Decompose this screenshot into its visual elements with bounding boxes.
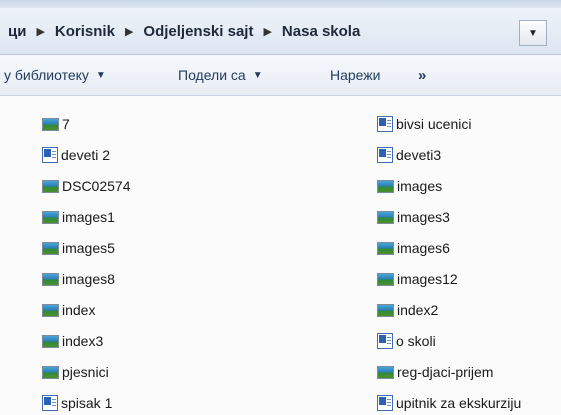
file-list: 7 deveti 2 DSC02574 images1 images5 imag… [0,100,561,415]
file-name: bivsi ucenici [396,116,472,132]
file-name: deveti 2 [61,147,111,163]
file-item[interactable]: images8 [42,269,115,289]
image-file-icon [42,241,59,255]
word-document-icon [42,395,58,411]
title-strip [0,0,561,8]
file-item[interactable]: deveti 2 [42,145,110,165]
file-item[interactable]: upitnik za ekskurziju [377,393,521,413]
chevron-right-icon[interactable]: ▶ [255,25,279,38]
image-file-icon [42,179,59,193]
file-item[interactable]: images3 [377,207,450,227]
file-name: reg-djaci-prijem [397,364,494,380]
image-file-icon [377,241,394,255]
file-name: images5 [62,240,115,256]
image-file-icon [42,365,59,379]
file-item[interactable]: images12 [377,269,458,289]
file-item[interactable]: images5 [42,238,115,258]
burn-button[interactable]: Нарежи [330,65,381,85]
add-to-library-label: у библиотеку [4,67,89,83]
file-item[interactable]: bivsi ucenici [377,114,471,134]
file-item[interactable]: images [377,176,442,196]
chevron-down-icon: ▼ [252,69,263,81]
image-file-icon [377,365,394,379]
file-item[interactable]: index3 [42,331,103,351]
file-name: images8 [62,271,115,287]
file-item[interactable]: index2 [377,300,438,320]
word-document-icon [377,147,393,163]
word-document-icon [377,116,393,132]
file-item[interactable]: spisak 1 [42,393,112,413]
share-with-label: Подели са [178,67,246,83]
file-name: deveti3 [396,147,442,163]
image-file-icon [42,272,59,286]
file-name: index3 [62,333,104,349]
file-item[interactable]: 7 [42,114,70,134]
image-file-icon [42,334,59,348]
file-name: images1 [62,209,115,225]
file-name: 7 [62,116,70,132]
breadcrumb-item-nasa-skola[interactable]: Nasa skola [280,23,362,40]
file-name: DSC02574 [62,178,131,194]
word-document-icon [377,395,393,411]
chevron-right-icon[interactable]: ▶ [28,25,52,38]
word-document-icon [377,333,393,349]
file-item[interactable]: deveti3 [377,145,441,165]
file-name: index2 [397,302,439,318]
word-document-icon [42,147,58,163]
file-name: index [62,302,96,318]
image-file-icon [42,117,59,131]
chevron-down-icon: ▼ [95,69,106,81]
share-with-button[interactable]: Подели са ▼ [178,65,263,85]
more-commands-button[interactable]: » [418,65,426,85]
breadcrumb-item-odjeljenski-sajt[interactable]: Odjeljenski sajt [141,23,255,40]
address-dropdown-button[interactable]: ▼ [519,20,547,46]
image-file-icon [377,179,394,193]
file-item[interactable]: reg-djaci-prijem [377,362,493,382]
image-file-icon [377,303,394,317]
file-item[interactable]: index [42,300,95,320]
file-name: images6 [397,240,450,256]
file-name: o skoli [396,333,436,349]
file-name: images3 [397,209,450,225]
address-bar[interactable]: ци ▶ Korisnik ▶ Odjeljenski sajt ▶ Nasa … [0,8,561,55]
breadcrumb-item-root[interactable]: ци [6,23,28,40]
file-item[interactable]: pjesnici [42,362,109,382]
file-name: pjesnici [62,364,109,380]
file-name: spisak 1 [61,395,113,411]
image-file-icon [377,210,394,224]
file-name: images [397,178,443,194]
file-name: images12 [397,271,458,287]
image-file-icon [42,303,59,317]
command-toolbar: у библиотеку ▼ Подели са ▼ Нарежи » [0,55,561,96]
image-file-icon [377,272,394,286]
file-item[interactable]: o skoli [377,331,436,351]
breadcrumb-item-korisnik[interactable]: Korisnik [53,23,117,40]
file-item[interactable]: DSC02574 [42,176,131,196]
add-to-library-button[interactable]: у библиотеку ▼ [4,65,106,85]
explorer-window: ци ▶ Korisnik ▶ Odjeljenski sajt ▶ Nasa … [0,0,561,415]
more-commands-label: » [418,66,427,84]
file-name: upitnik za ekskurziju [396,395,522,411]
burn-label: Нарежи [330,67,381,83]
breadcrumb: ци ▶ Korisnik ▶ Odjeljenski sajt ▶ Nasa … [6,20,362,42]
file-item[interactable]: images6 [377,238,450,258]
file-item[interactable]: images1 [42,207,115,227]
chevron-right-icon[interactable]: ▶ [117,25,141,38]
image-file-icon [42,210,59,224]
chevron-down-icon: ▼ [528,27,538,39]
